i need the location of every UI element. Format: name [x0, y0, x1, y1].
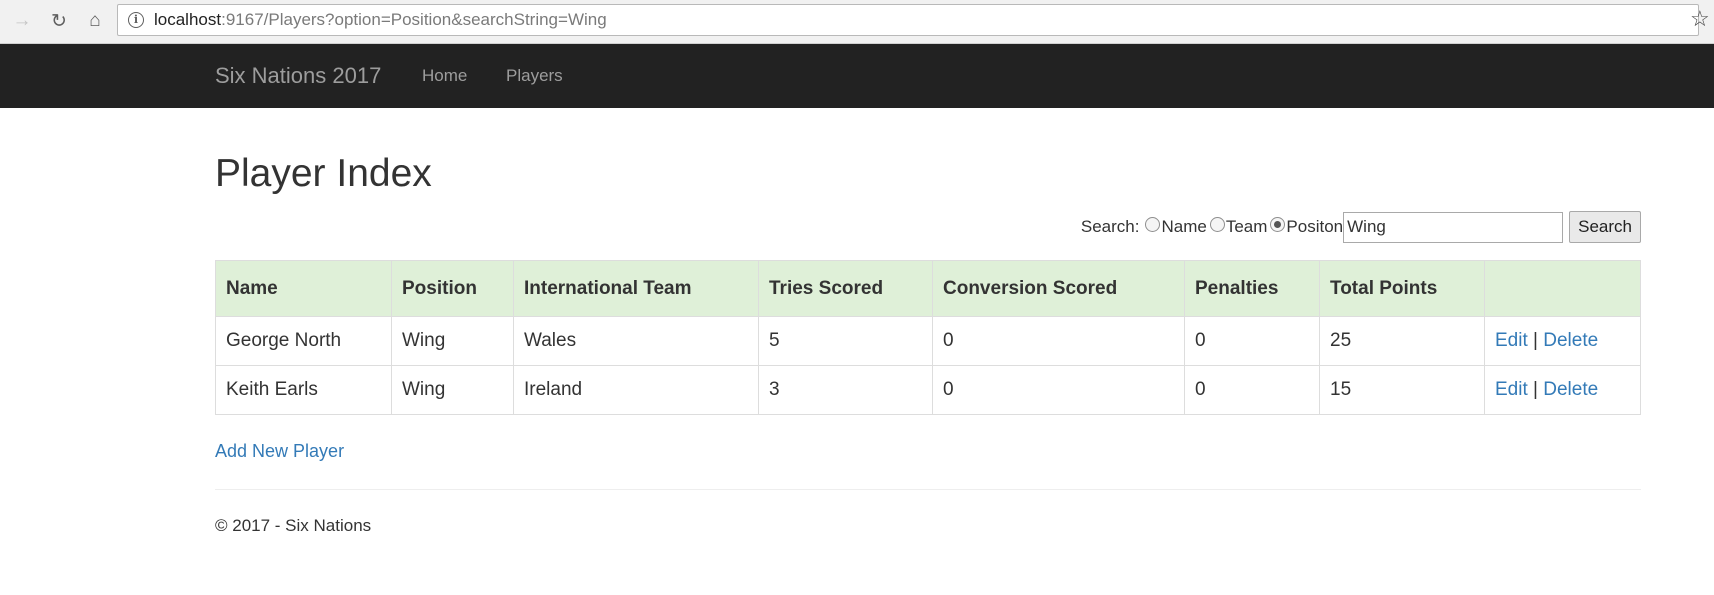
cell-name: George North — [215, 316, 392, 366]
table-row: George North Wing Wales 5 0 0 25 Edit | … — [215, 316, 1641, 366]
cell-position: Wing — [391, 365, 514, 415]
divider — [215, 489, 1641, 490]
radio-position[interactable] — [1270, 216, 1286, 232]
radio-team-label: Team — [1225, 217, 1268, 236]
cell-team: Ireland — [513, 365, 759, 415]
cell-conversions: 0 — [932, 316, 1185, 366]
cell-actions: Edit | Delete — [1484, 316, 1641, 366]
bookmark-star-icon[interactable]: ☆ — [1690, 6, 1710, 32]
header-conversions: Conversion Scored — [932, 260, 1185, 317]
cell-total: 25 — [1319, 316, 1485, 366]
radio-name[interactable] — [1145, 216, 1161, 232]
nav-link-home[interactable]: Home — [422, 66, 467, 86]
info-icon[interactable]: i — [128, 12, 144, 28]
header-actions — [1484, 260, 1641, 317]
nav-link-players[interactable]: Players — [506, 66, 563, 86]
header-penalties: Penalties — [1184, 260, 1320, 317]
home-icon[interactable]: ⌂ — [83, 9, 107, 33]
radio-name-label: Name — [1161, 217, 1207, 236]
url-text: localhost:9167/Players?option=Position&s… — [154, 10, 607, 29]
browser-toolbar: → ↻ ⌂ i localhost:9167/Players?option=Po… — [0, 0, 1714, 44]
header-team: International Team — [513, 260, 759, 317]
delete-link[interactable]: Delete — [1543, 379, 1598, 400]
table-row: Keith Earls Wing Ireland 3 0 0 15 Edit |… — [215, 365, 1641, 415]
cell-penalties: 0 — [1184, 365, 1320, 415]
edit-link[interactable]: Edit — [1495, 379, 1528, 400]
search-form: Search: Name Team Positon Search — [1080, 211, 1641, 243]
link-separator: | — [1533, 330, 1538, 351]
search-label: Search: — [1080, 217, 1140, 236]
footer-text: © 2017 - Six Nations — [215, 516, 372, 535]
forward-icon[interactable]: → — [10, 9, 34, 33]
brand-link[interactable]: Six Nations 2017 — [215, 63, 381, 89]
header-tries: Tries Scored — [758, 260, 933, 317]
address-bar[interactable]: i localhost:9167/Players?option=Position… — [117, 4, 1699, 36]
cell-penalties: 0 — [1184, 316, 1320, 366]
page-title: Player Index — [215, 152, 432, 195]
header-name: Name — [215, 260, 392, 317]
add-new-player-link[interactable]: Add New Player — [215, 441, 344, 462]
search-button[interactable]: Search — [1569, 211, 1641, 243]
cell-name: Keith Earls — [215, 365, 392, 415]
table-header-row: Name Position International Team Tries S… — [215, 260, 1641, 317]
header-total: Total Points — [1319, 260, 1485, 317]
cell-tries: 3 — [758, 365, 933, 415]
reload-icon[interactable]: ↻ — [47, 9, 71, 33]
players-table: Name Position International Team Tries S… — [215, 260, 1641, 415]
cell-total: 15 — [1319, 365, 1485, 415]
link-separator: | — [1533, 379, 1538, 400]
radio-position-label: Positon — [1286, 217, 1344, 236]
edit-link[interactable]: Edit — [1495, 330, 1528, 351]
cell-conversions: 0 — [932, 365, 1185, 415]
header-position: Position — [391, 260, 514, 317]
cell-team: Wales — [513, 316, 759, 366]
radio-team[interactable] — [1209, 216, 1225, 232]
cell-tries: 5 — [758, 316, 933, 366]
cell-position: Wing — [391, 316, 514, 366]
cell-actions: Edit | Delete — [1484, 365, 1641, 415]
app-navbar: Six Nations 2017 Home Players — [0, 44, 1714, 108]
delete-link[interactable]: Delete — [1543, 330, 1598, 351]
search-input[interactable] — [1343, 211, 1564, 243]
